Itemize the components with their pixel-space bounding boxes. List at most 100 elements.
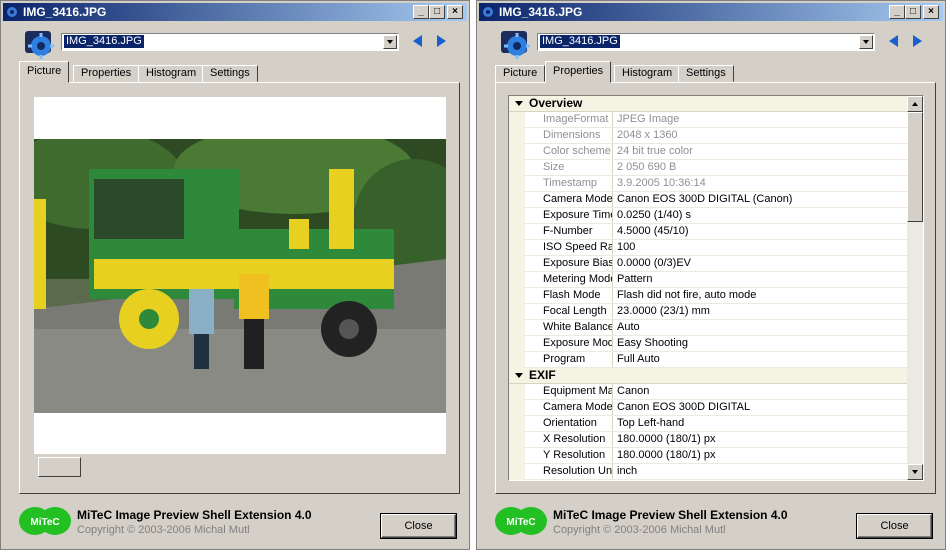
property-row[interactable]: ISO Speed Rat... 100: [509, 240, 907, 256]
property-value: Canon EOS 300D DIGITAL (Canon): [617, 193, 793, 205]
close-button[interactable]: Close: [856, 513, 933, 539]
property-row[interactable]: Resolution Unit inch: [509, 464, 907, 480]
property-row[interactable]: Color scheme 24 bit true color: [509, 144, 907, 160]
tab-properties[interactable]: Properties: [73, 65, 140, 82]
minimize-button[interactable]: _: [889, 5, 905, 19]
svg-text:MiTeC: MiTeC: [30, 517, 59, 528]
property-name: Flash Mode: [525, 288, 613, 303]
property-name: Timestamp: [525, 176, 613, 191]
property-row[interactable]: Program Full Auto: [509, 352, 907, 368]
property-name: Size: [525, 160, 613, 175]
tab-settings[interactable]: Settings: [678, 65, 734, 82]
property-value: 24 bit true color: [617, 145, 693, 157]
property-name: ISO Speed Rat...: [525, 240, 613, 255]
window-title: IMG_3416.JPG: [499, 5, 583, 19]
property-value: Canon: [617, 385, 650, 397]
image-options-button[interactable]: [38, 457, 81, 477]
property-value: inch: [617, 465, 638, 477]
property-row[interactable]: Exposure Mode Easy Shooting: [509, 336, 907, 352]
property-value: Top Left-hand: [617, 417, 685, 429]
property-value: 4.5000 (45/10): [617, 225, 689, 237]
property-name: Dimensions: [525, 128, 613, 143]
property-row[interactable]: Size 2 050 690 B: [509, 160, 907, 176]
property-row[interactable]: Y Resolution 180.0000 (180/1) px: [509, 448, 907, 464]
property-row[interactable]: White Balance Auto: [509, 320, 907, 336]
tab-picture[interactable]: Picture: [495, 65, 546, 82]
row-gutter: [509, 160, 525, 176]
section-overview[interactable]: Overview: [509, 96, 907, 112]
property-name: Y Resolution: [525, 448, 613, 463]
property-row[interactable]: Dimensions 2048 x 1360: [509, 128, 907, 144]
tab-histogram[interactable]: Histogram: [138, 65, 205, 82]
scroll-up-icon[interactable]: [907, 96, 923, 112]
scroll-down-icon[interactable]: [907, 464, 923, 480]
row-gutter: [509, 336, 525, 352]
property-name: Focal Length: [525, 304, 613, 319]
property-row[interactable]: Metering Mode Pattern: [509, 272, 907, 288]
scroll-thumb[interactable]: [907, 112, 923, 222]
property-row[interactable]: X Resolution 180.0000 (180/1) px: [509, 432, 907, 448]
property-row[interactable]: Timestamp 3.9.2005 10:36:14: [509, 176, 907, 192]
property-value: 180.0000 (180/1) px: [617, 449, 716, 461]
property-value: Easy Shooting: [617, 337, 688, 349]
property-row[interactable]: Equipment Make Canon: [509, 384, 907, 400]
title-bar[interactable]: IMG_3416.JPG _ □ ×: [3, 3, 467, 21]
row-gutter: [509, 384, 525, 400]
row-gutter: [509, 224, 525, 240]
svg-text:MiTeC: MiTeC: [506, 517, 535, 528]
property-name: Camera Model: [525, 400, 613, 415]
section-exif[interactable]: EXIF: [509, 368, 907, 384]
property-row[interactable]: F-Number 4.5000 (45/10): [509, 224, 907, 240]
next-arrow-icon[interactable]: [437, 35, 446, 47]
copyright-text: Copyright © 2003-2006 Michal Mutl: [77, 524, 250, 536]
property-value: 180.0000 (180/1) px: [617, 433, 716, 445]
row-gutter: [509, 448, 525, 464]
properties-panel: Overview ImageFormat JPEG Image Dimensions 2…: [495, 82, 936, 494]
collapse-triangle-icon[interactable]: [515, 373, 523, 378]
collapse-triangle-icon[interactable]: [515, 101, 523, 106]
vertical-scrollbar[interactable]: [907, 96, 923, 480]
row-gutter: [509, 128, 525, 144]
property-row[interactable]: Exposure Bias 0.0000 (0/3)EV: [509, 256, 907, 272]
close-window-button[interactable]: ×: [447, 5, 463, 19]
property-value: 2048 x 1360: [617, 129, 678, 141]
row-gutter: [509, 176, 525, 192]
property-grid[interactable]: Overview ImageFormat JPEG Image Dimensions 2…: [508, 95, 924, 481]
close-button[interactable]: Close: [380, 513, 457, 539]
property-row[interactable]: ImageFormat JPEG Image: [509, 112, 907, 128]
mitec-logo: MiTeC: [495, 507, 547, 535]
tab-histogram[interactable]: Histogram: [614, 65, 681, 82]
row-gutter: [509, 432, 525, 448]
tab-settings[interactable]: Settings: [202, 65, 258, 82]
previous-arrow-icon[interactable]: [413, 35, 422, 47]
property-row[interactable]: Orientation Top Left-hand: [509, 416, 907, 432]
tab-properties[interactable]: Properties: [545, 61, 612, 83]
window-title: IMG_3416.JPG: [23, 5, 107, 19]
close-window-button[interactable]: ×: [923, 5, 939, 19]
chevron-down-icon[interactable]: [383, 35, 397, 49]
property-row[interactable]: Camera Model Canon EOS 300D DIGITAL (Cano…: [509, 192, 907, 208]
row-gutter: [509, 416, 525, 432]
chevron-down-icon[interactable]: [859, 35, 873, 49]
next-arrow-icon[interactable]: [913, 35, 922, 47]
file-combo[interactable]: IMG_3416.JPG: [537, 33, 875, 51]
row-gutter: [509, 272, 525, 288]
file-combo[interactable]: IMG_3416.JPG: [61, 33, 399, 51]
previous-arrow-icon[interactable]: [889, 35, 898, 47]
maximize-button[interactable]: □: [905, 5, 921, 19]
title-bar[interactable]: IMG_3416.JPG _ □ ×: [479, 3, 943, 21]
row-gutter: [509, 352, 525, 368]
row-gutter: [509, 320, 525, 336]
property-name: Resolution Unit: [525, 464, 613, 479]
property-name: X Resolution: [525, 432, 613, 447]
property-row[interactable]: Exposure Time 0.0250 (1/40) s: [509, 208, 907, 224]
property-row[interactable]: Focal Length 23.0000 (23/1) mm: [509, 304, 907, 320]
minimize-button[interactable]: _: [413, 5, 429, 19]
property-value: 100: [617, 241, 636, 253]
tab-picture[interactable]: Picture: [19, 61, 70, 83]
preview-image: [34, 139, 446, 413]
property-row[interactable]: Flash Mode Flash did not fire, auto mode: [509, 288, 907, 304]
app-gear-icon: [7, 7, 17, 17]
maximize-button[interactable]: □: [429, 5, 445, 19]
property-row[interactable]: Camera Model Canon EOS 300D DIGITAL: [509, 400, 907, 416]
